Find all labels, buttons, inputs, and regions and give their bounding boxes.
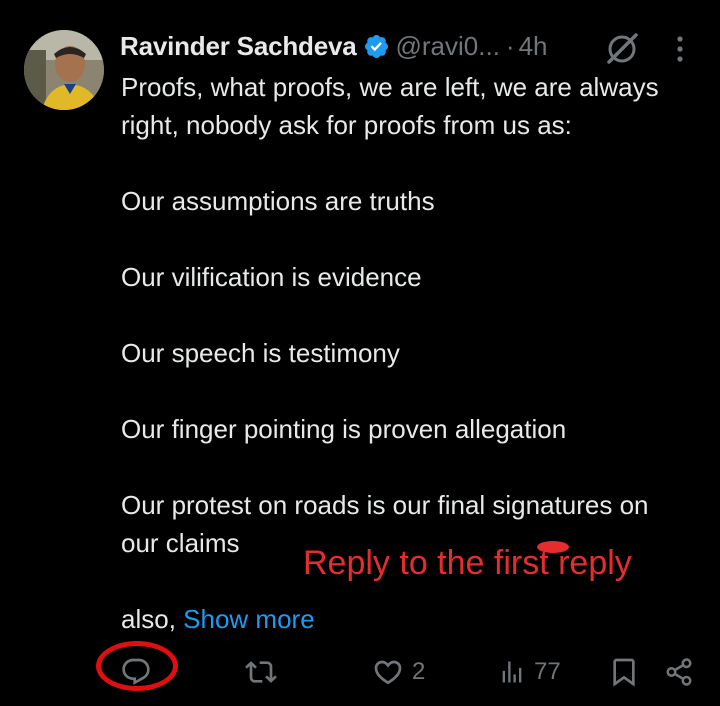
- post-line: right, nobody ask for proofs from us as:: [121, 110, 572, 140]
- show-more-link[interactable]: Show more: [183, 604, 315, 634]
- bookmark-icon: [608, 656, 640, 688]
- author-avatar[interactable]: [24, 30, 104, 110]
- post-tail-text: also,: [121, 604, 176, 634]
- share-icon: [664, 657, 694, 687]
- repost-icon: [245, 656, 277, 688]
- reply-highlight-circle: [96, 641, 178, 691]
- like-button[interactable]: 2: [372, 655, 425, 689]
- avatar-image: [24, 30, 104, 110]
- views-button[interactable]: 77: [498, 655, 561, 689]
- post-line: Our assumptions are truths: [121, 186, 435, 216]
- post-line: Proofs, what proofs, we are left, we are…: [121, 72, 659, 102]
- annotation-mark: [537, 541, 569, 553]
- heart-icon: [372, 656, 404, 688]
- bookmark-button[interactable]: [608, 655, 640, 689]
- verified-badge-icon: [363, 33, 390, 60]
- views-count: 77: [534, 658, 561, 685]
- views-icon: [498, 656, 526, 688]
- post-line: Our speech is testimony: [121, 338, 400, 368]
- post-line: Our finger pointing is proven allegation: [121, 414, 567, 444]
- post-line: Our vilification is evidence: [121, 262, 422, 292]
- post-header: Ravinder Sachdeva @ravi0... · 4h: [120, 28, 548, 64]
- post-line: Our protest on roads is our final signat…: [121, 490, 649, 520]
- grok-icon[interactable]: [603, 30, 641, 68]
- post-timestamp[interactable]: 4h: [519, 31, 548, 62]
- repost-button[interactable]: [245, 655, 277, 689]
- like-count: 2: [412, 658, 426, 685]
- author-name[interactable]: Ravinder Sachdeva: [120, 31, 357, 62]
- post-tail: also, Show more: [121, 600, 701, 638]
- annotation-text: Reply to the first reply: [303, 544, 632, 582]
- header-separator: ·: [505, 30, 515, 61]
- more-vertical-icon[interactable]: [670, 34, 690, 64]
- author-handle[interactable]: @ravi0...: [396, 31, 500, 62]
- share-button[interactable]: [664, 655, 694, 689]
